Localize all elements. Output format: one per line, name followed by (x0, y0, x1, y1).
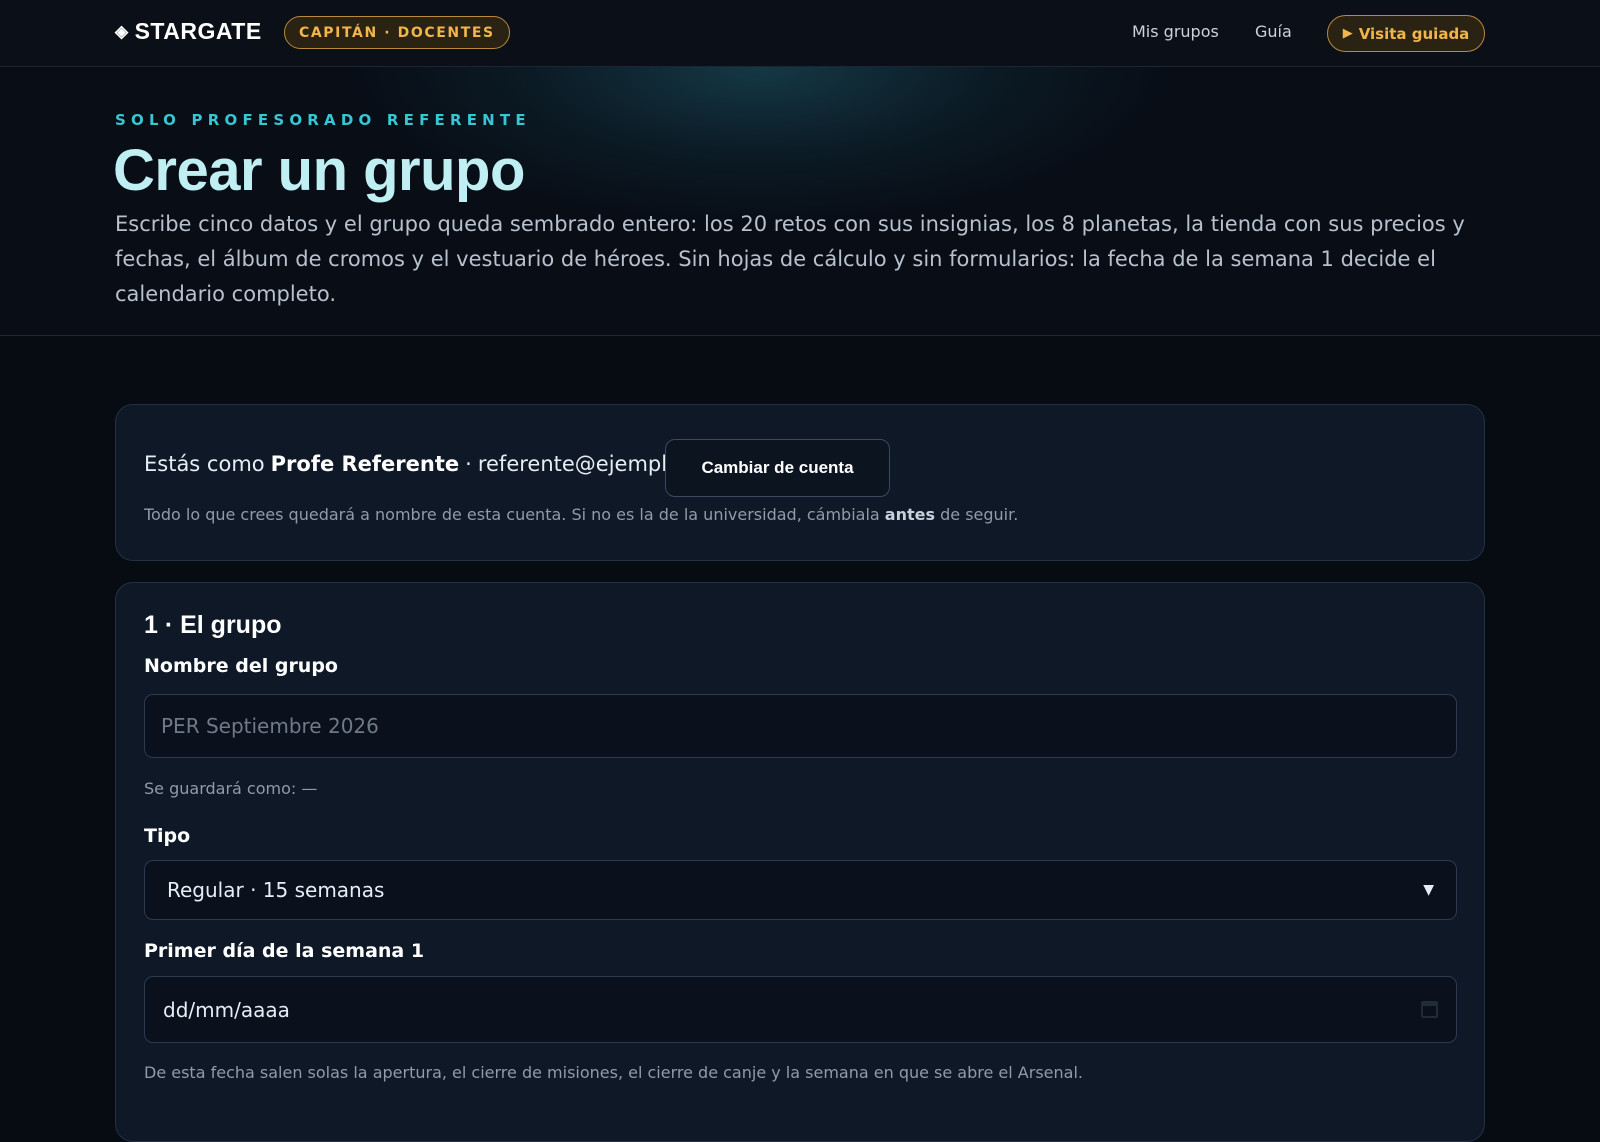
top-bar: ◈ STARGATE CAPITÁN · DOCENTES Mis grupos… (0, 0, 1600, 67)
calendar-icon[interactable] (1421, 1001, 1438, 1018)
chevron-down-icon: ▼ (1423, 882, 1434, 898)
diamond-icon: ◈ (115, 21, 129, 41)
group-name-input[interactable] (144, 694, 1457, 758)
nav-guide-link[interactable]: Guía (1255, 22, 1292, 41)
account-line: Estás como Profe Referente · referente@e… (144, 452, 710, 476)
group-type-label: Tipo (144, 825, 191, 847)
group-type-value: Regular · 15 semanas (167, 878, 385, 902)
brand-name: STARGATE (134, 18, 262, 44)
page-title: Crear un grupo (113, 138, 525, 203)
nav-my-groups-link[interactable]: Mis grupos (1132, 22, 1219, 41)
group-type-select[interactable]: Regular · 15 semanas ▼ (144, 860, 1457, 920)
intro-text: Escribe cinco datos y el grupo queda sem… (115, 212, 1465, 306)
guided-tour-button[interactable]: ▶ Visita guiada (1327, 15, 1485, 52)
start-date-placeholder: dd/mm/aaaa (163, 997, 290, 1022)
play-icon: ▶ (1342, 26, 1353, 41)
account-card: Estás como Profe Referente · referente@e… (115, 404, 1485, 561)
start-date-input[interactable]: dd/mm/aaaa (144, 976, 1457, 1043)
account-separator: · (465, 452, 472, 476)
save-as-hint: Se guardará como: — (144, 779, 318, 798)
account-note: Todo lo que crees quedará a nombre de es… (144, 505, 1018, 524)
guided-tour-label: Visita guiada (1358, 24, 1470, 43)
eyebrow-label: SOLO PROFESORADO REFERENTE (115, 111, 531, 129)
account-prefix: Estás como (144, 452, 265, 476)
switch-account-button[interactable]: Cambiar de cuenta (665, 439, 890, 497)
group-form-card: 1 · El grupo Nombre del grupo Se guardar… (115, 582, 1485, 1142)
account-note-emphasis: antes (884, 505, 936, 524)
section-title: 1 · El grupo (144, 611, 282, 639)
account-name: Profe Referente (270, 452, 460, 476)
role-badge: CAPITÁN · DOCENTES (284, 16, 510, 49)
brand-logo[interactable]: ◈ STARGATE (115, 18, 262, 45)
account-note-start: Todo lo que crees quedará a nombre de es… (144, 505, 880, 524)
group-name-label: Nombre del grupo (144, 655, 338, 677)
start-date-hint: De esta fecha salen solas la apertura, e… (144, 1063, 1083, 1082)
account-note-end: de seguir. (940, 505, 1019, 524)
hero-section: SOLO PROFESORADO REFERENTE Crear un grup… (0, 67, 1600, 336)
start-date-label: Primer día de la semana 1 (144, 940, 425, 962)
